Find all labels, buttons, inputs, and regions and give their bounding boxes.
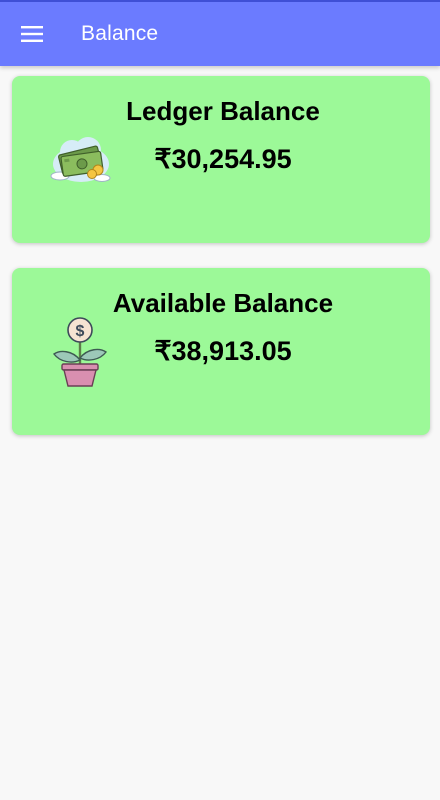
hamburger-menu-icon [21, 26, 43, 42]
menu-button[interactable] [0, 2, 64, 66]
available-balance-card[interactable]: $ Available Balance ₹38,913.05 [12, 268, 430, 435]
page-title: Balance [81, 22, 159, 45]
available-balance-amount: ₹38,913.05 [154, 336, 292, 366]
app-bar: Balance [0, 0, 440, 66]
ledger-balance-label: Ledger Balance [126, 96, 320, 126]
ledger-balance-amount: ₹30,254.95 [154, 144, 292, 174]
ledger-balance-card[interactable]: Ledger Balance ₹30,254.95 [12, 76, 430, 243]
available-balance-label: Available Balance [112, 288, 334, 318]
